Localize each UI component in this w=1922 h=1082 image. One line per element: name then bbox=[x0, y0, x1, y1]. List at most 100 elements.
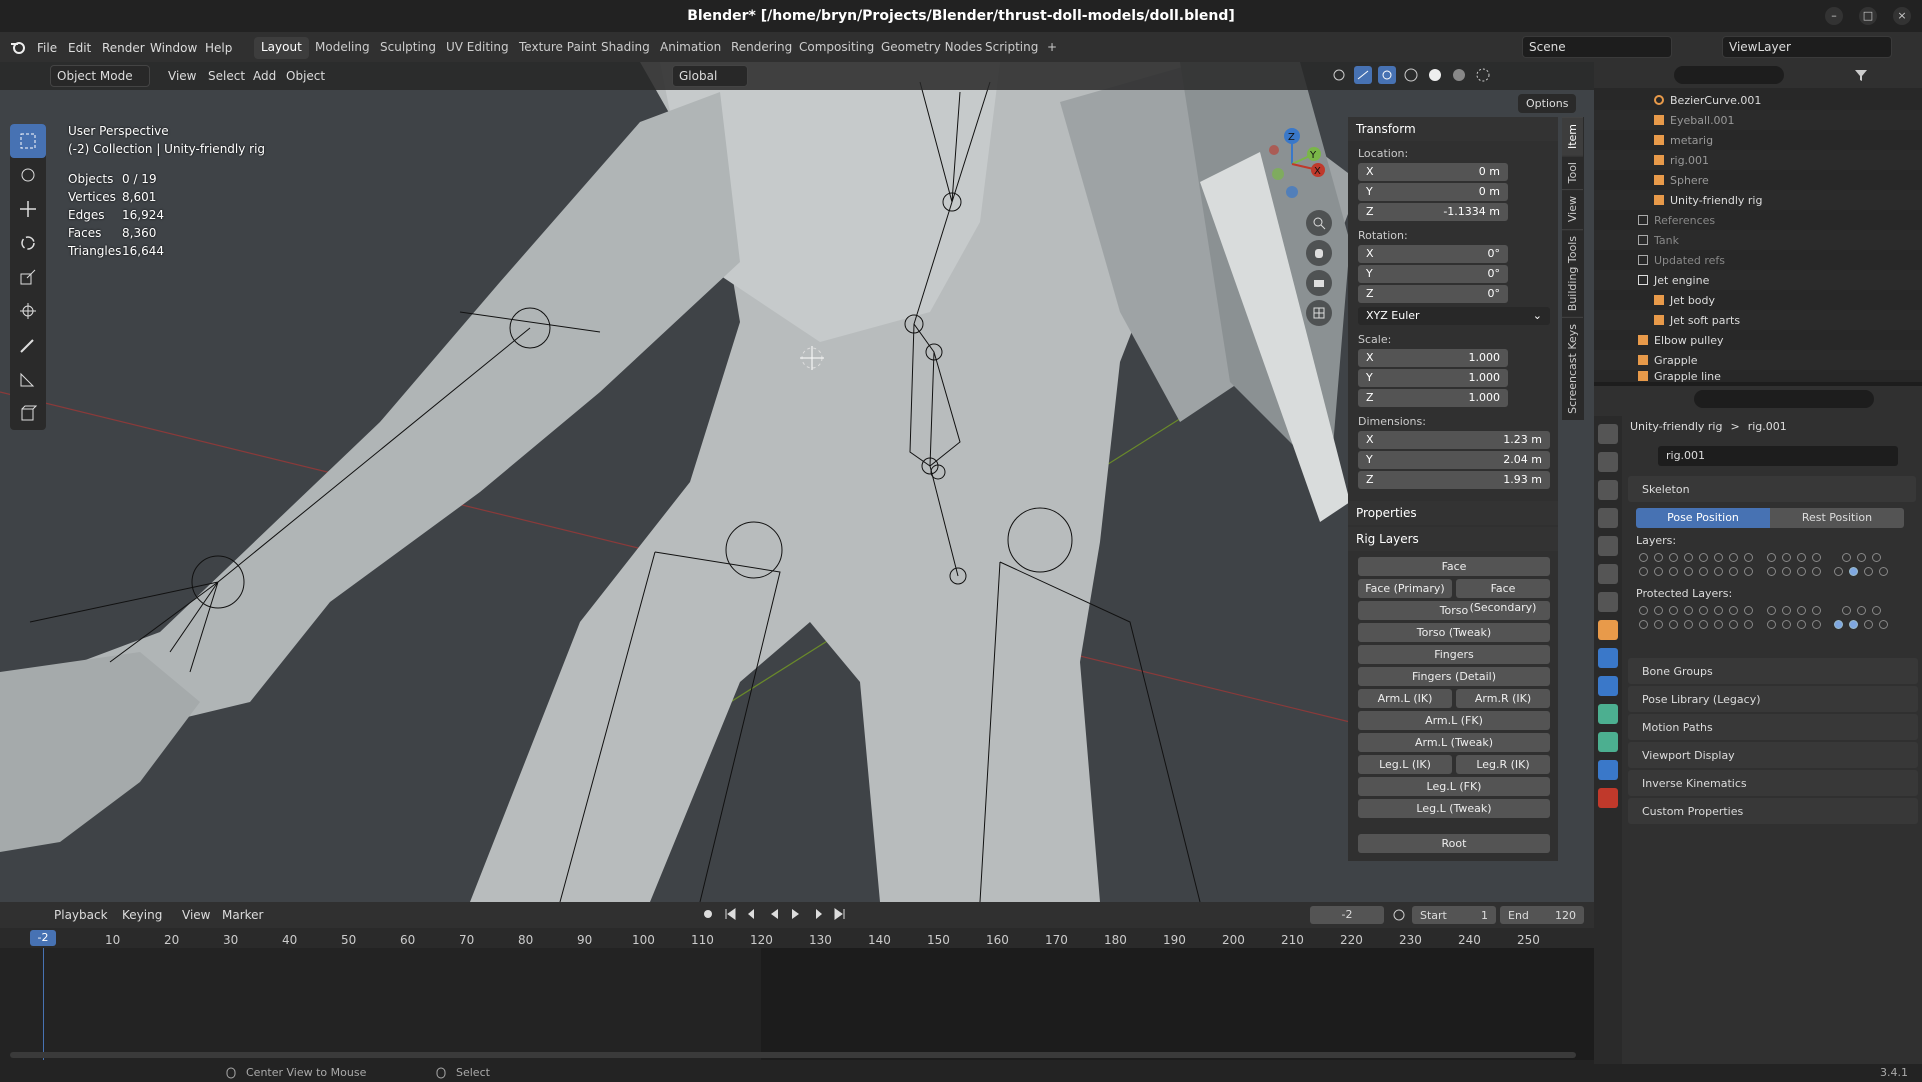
output-props-icon[interactable] bbox=[1598, 480, 1618, 500]
rotation-z-field[interactable]: Z 0° bbox=[1358, 285, 1508, 303]
rig-arm-l-fk-button[interactable]: Arm.L (FK) bbox=[1358, 711, 1550, 730]
tab-rendering[interactable]: Rendering bbox=[724, 37, 799, 59]
tab-building-tools[interactable]: Building Tools bbox=[1562, 228, 1583, 317]
rotation-y-field[interactable]: Y 0° bbox=[1358, 265, 1508, 283]
rig-arm-l-tweak-button[interactable]: Arm.L (Tweak) bbox=[1358, 733, 1550, 752]
record-icon[interactable] bbox=[700, 906, 716, 922]
end-frame-field[interactable]: End 120 bbox=[1500, 906, 1584, 924]
collection-props-icon[interactable] bbox=[1598, 592, 1618, 612]
orientation-selector[interactable]: Global bbox=[672, 65, 748, 87]
rig-fingers-detail-button[interactable]: Fingers (Detail) bbox=[1358, 667, 1550, 686]
properties-panel-header[interactable]: Properties bbox=[1348, 501, 1558, 525]
tab-layout[interactable]: Layout bbox=[254, 37, 309, 59]
options-button[interactable]: Options bbox=[1518, 94, 1577, 113]
dimensions-x-field[interactable]: X 1.23 m bbox=[1358, 431, 1550, 449]
timeline-scrollbar[interactable] bbox=[10, 1052, 1576, 1058]
rig-arm-r-ik-button[interactable]: Arm.R (IK) bbox=[1456, 689, 1550, 708]
tab-modeling[interactable]: Modeling bbox=[308, 37, 377, 59]
move-tool[interactable] bbox=[10, 192, 46, 226]
maximize-button[interactable]: □ bbox=[1859, 7, 1877, 25]
tab-view[interactable]: View bbox=[1562, 189, 1583, 229]
transform-panel-header[interactable]: Transform bbox=[1348, 117, 1558, 141]
jump-start-icon[interactable] bbox=[722, 906, 738, 922]
dimensions-z-field[interactable]: Z 1.93 m bbox=[1358, 471, 1550, 489]
list-item[interactable]: Sphere bbox=[1594, 170, 1922, 190]
rig-face-primary-button[interactable]: Face (Primary) bbox=[1358, 579, 1452, 598]
list-item[interactable]: metarig bbox=[1594, 130, 1922, 150]
camera-view-icon[interactable] bbox=[1306, 270, 1332, 296]
overlay-toggle-icon[interactable] bbox=[1378, 66, 1396, 84]
viewport-menu-object[interactable]: Object bbox=[286, 69, 325, 83]
navigation-gizmo[interactable]: Z Y X bbox=[1252, 124, 1332, 204]
rig-arm-l-ik-button[interactable]: Arm.L (IK) bbox=[1358, 689, 1452, 708]
next-keyframe-icon[interactable] bbox=[810, 906, 826, 922]
rotate-tool[interactable] bbox=[10, 226, 46, 260]
motion-paths-panel[interactable]: Motion Paths bbox=[1628, 714, 1918, 740]
rig-layers-panel-header[interactable]: Rig Layers bbox=[1348, 527, 1558, 551]
render-props-icon[interactable] bbox=[1598, 452, 1618, 472]
menu-help[interactable]: Help bbox=[205, 41, 232, 55]
wireframe-shading-icon[interactable] bbox=[1402, 66, 1420, 84]
playback-menu[interactable]: Playback bbox=[54, 908, 108, 922]
add-workspace-button[interactable]: + bbox=[1040, 37, 1064, 59]
list-item[interactable]: References bbox=[1594, 210, 1922, 230]
blender-logo-icon[interactable] bbox=[10, 40, 26, 54]
tab-compositing[interactable]: Compositing bbox=[792, 37, 881, 59]
tab-scripting[interactable]: Scripting bbox=[978, 37, 1045, 59]
list-item[interactable]: BezierCurve.001 bbox=[1594, 90, 1922, 110]
location-y-field[interactable]: Y 0 m bbox=[1358, 183, 1508, 201]
annotate-tool[interactable] bbox=[10, 328, 46, 362]
inverse-kinematics-panel[interactable]: Inverse Kinematics bbox=[1628, 770, 1918, 796]
list-item[interactable]: Eyeball.001 bbox=[1594, 110, 1922, 130]
skeleton-panel-header[interactable]: Skeleton bbox=[1628, 476, 1916, 502]
measure-tool[interactable] bbox=[10, 362, 46, 396]
rotation-x-field[interactable]: X 0° bbox=[1358, 245, 1508, 263]
tool-props-icon[interactable] bbox=[1598, 424, 1618, 444]
tab-sculpting[interactable]: Sculpting bbox=[373, 37, 443, 59]
layers-grid[interactable] bbox=[1628, 551, 1916, 579]
visibility-icon[interactable] bbox=[1330, 66, 1348, 84]
scene-props-icon[interactable] bbox=[1598, 536, 1618, 556]
pose-library-panel[interactable]: Pose Library (Legacy) bbox=[1628, 686, 1918, 712]
properties-search-input[interactable] bbox=[1694, 390, 1874, 408]
jump-end-icon[interactable] bbox=[832, 906, 848, 922]
cursor-tool[interactable] bbox=[10, 158, 46, 192]
add-cube-tool[interactable] bbox=[10, 396, 46, 430]
start-frame-field[interactable]: Start 1 bbox=[1412, 906, 1496, 924]
list-item[interactable]: Jet body bbox=[1594, 290, 1922, 310]
solid-shading-icon[interactable] bbox=[1426, 66, 1444, 84]
list-item[interactable]: Jet soft parts bbox=[1594, 310, 1922, 330]
dimensions-y-field[interactable]: Y 2.04 m bbox=[1358, 451, 1550, 469]
scale-z-field[interactable]: Z 1.000 bbox=[1358, 389, 1508, 407]
tab-texture-paint[interactable]: Texture Paint bbox=[512, 37, 603, 59]
viewport-menu-select[interactable]: Select bbox=[208, 69, 245, 83]
tab-tool[interactable]: Tool bbox=[1562, 155, 1583, 190]
scene-selector[interactable]: Scene bbox=[1522, 36, 1672, 58]
timeline-view-menu[interactable]: View bbox=[182, 908, 210, 922]
list-item[interactable]: Unity-friendly rig bbox=[1594, 190, 1922, 210]
tab-animation[interactable]: Animation bbox=[653, 37, 728, 59]
rig-leg-l-fk-button[interactable]: Leg.L (FK) bbox=[1358, 777, 1550, 796]
rest-position-button[interactable]: Rest Position bbox=[1770, 508, 1904, 528]
outliner-search-input[interactable] bbox=[1674, 66, 1784, 84]
select-box-tool[interactable] bbox=[10, 124, 46, 158]
rig-leg-l-ik-button[interactable]: Leg.L (IK) bbox=[1358, 755, 1452, 774]
timeline[interactable]: Playback Keying View Marker -2 Start 1 En… bbox=[0, 902, 1594, 1064]
rig-face-secondary-button[interactable]: Face (Secondary) bbox=[1456, 579, 1550, 614]
custom-properties-panel[interactable]: Custom Properties bbox=[1628, 798, 1918, 824]
menu-window[interactable]: Window bbox=[150, 41, 197, 55]
list-item[interactable]: Jet engine bbox=[1594, 270, 1922, 290]
list-item[interactable]: Elbow pulley bbox=[1594, 330, 1922, 350]
object-props-icon[interactable] bbox=[1598, 620, 1618, 640]
view-layer-props-icon[interactable] bbox=[1598, 508, 1618, 528]
tab-shading[interactable]: Shading bbox=[594, 37, 657, 59]
tab-uv-editing[interactable]: UV Editing bbox=[439, 37, 516, 59]
rig-root-button[interactable]: Root bbox=[1358, 834, 1550, 853]
play-reverse-icon[interactable] bbox=[766, 906, 782, 922]
ortho-grid-icon[interactable] bbox=[1306, 300, 1332, 326]
list-item[interactable]: Updated refs bbox=[1594, 250, 1922, 270]
filter-icon[interactable] bbox=[1854, 68, 1868, 82]
mode-selector[interactable]: Object Mode bbox=[50, 65, 150, 87]
menu-render[interactable]: Render bbox=[102, 41, 145, 55]
marker-menu[interactable]: Marker bbox=[222, 908, 263, 922]
